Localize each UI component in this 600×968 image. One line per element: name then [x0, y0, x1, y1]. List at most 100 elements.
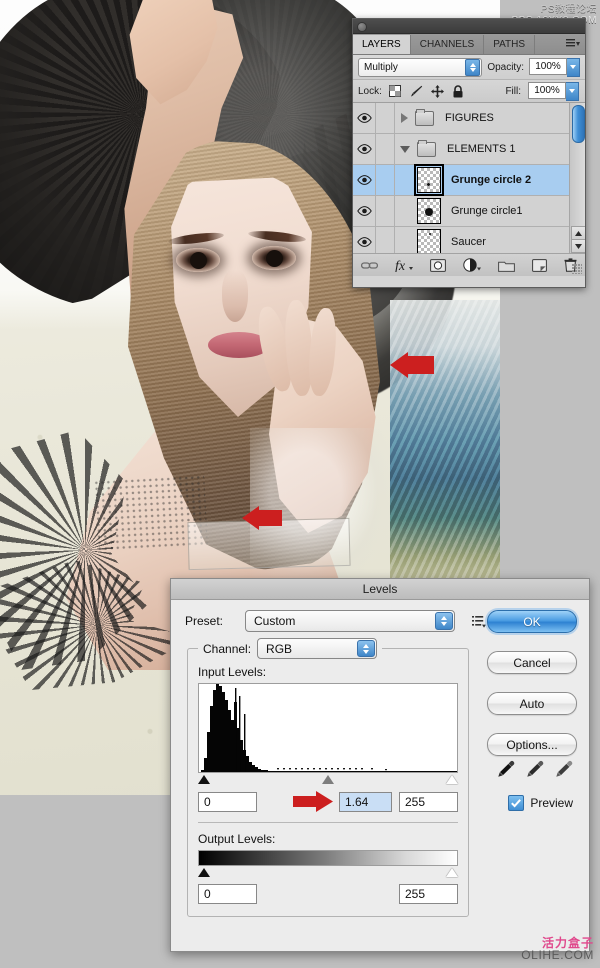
layer-row-figures[interactable]: FIGURES	[353, 103, 585, 134]
ok-button[interactable]: OK	[487, 610, 577, 633]
preset-select[interactable]: Custom	[245, 610, 455, 632]
output-black-field[interactable]: 0	[198, 884, 257, 904]
preset-options-icon[interactable]	[472, 615, 487, 628]
link-cell-grunge-circle-1[interactable]	[376, 196, 395, 226]
group-expand-arrow-figures[interactable]	[401, 113, 408, 123]
new-adjustment-layer-icon[interactable]	[463, 258, 481, 272]
tab-layers[interactable]: LAYERS	[353, 35, 411, 54]
output-black-point-handle[interactable]	[198, 868, 210, 877]
add-layer-mask-icon[interactable]	[430, 258, 446, 272]
levels-dialog[interactable]: Levels Preset: Custom Channel: RGB Input…	[170, 578, 590, 952]
input-levels-fields[interactable]: 0 1.64 255	[198, 791, 458, 812]
input-levels-slider[interactable]	[198, 774, 458, 786]
group-collapse-arrow-elements-1[interactable]	[400, 145, 410, 153]
layer-list[interactable]: FIGURES ELEMENTS 1 Grunge circle 2 Grung…	[353, 103, 585, 253]
folder-icon-figures	[415, 108, 434, 126]
eyedropper-group[interactable]	[497, 760, 573, 778]
checkmark-icon	[511, 798, 522, 807]
lock-position-move-icon[interactable]	[430, 84, 444, 98]
scroll-up-button[interactable]	[571, 226, 585, 240]
tab-paths[interactable]: PATHS	[484, 35, 536, 54]
tab-channels[interactable]: CHANNELS	[411, 35, 485, 54]
eye-icon	[356, 237, 372, 247]
fill-dropdown-icon[interactable]	[566, 81, 579, 101]
input-levels-label: Input Levels:	[198, 665, 267, 679]
channel-row[interactable]: Channel: RGB	[198, 638, 383, 659]
link-cell-elements-1[interactable]	[376, 134, 395, 164]
preview-checkbox[interactable]	[508, 795, 525, 811]
link-cell-grunge-circle-2[interactable]	[376, 165, 395, 195]
layer-name-grunge-circle-1[interactable]: Grunge circle1	[451, 205, 523, 217]
layer-thumbnail-saucer[interactable]	[417, 229, 441, 253]
cancel-button[interactable]: Cancel	[487, 651, 577, 674]
set-black-point-eyedropper-icon[interactable]	[497, 760, 515, 778]
layer-thumbnail-grunge-circle-2[interactable]	[414, 164, 444, 196]
channel-stepper-icon[interactable]	[357, 640, 376, 657]
layers-panel-footer[interactable]: fx	[353, 253, 585, 276]
input-gamma-handle[interactable]	[322, 775, 334, 784]
input-black-point-handle[interactable]	[198, 775, 210, 784]
layer-name-saucer[interactable]: Saucer	[451, 236, 486, 248]
blend-mode-row[interactable]: Multiply Opacity: 100%	[353, 55, 585, 80]
panel-menu-icon[interactable]	[566, 38, 580, 49]
output-levels-fields[interactable]: 0 255	[198, 884, 458, 904]
fill-field[interactable]: 100%	[528, 81, 579, 101]
layer-name-figures[interactable]: FIGURES	[445, 112, 494, 124]
layer-row-grunge-circle-1[interactable]: Grunge circle1	[353, 196, 585, 227]
layer-style-fx-icon[interactable]: fx	[395, 258, 413, 272]
layer-list-scrollbar[interactable]	[569, 103, 585, 253]
red-arrow-canvas-middle	[242, 506, 282, 530]
visibility-toggle-saucer[interactable]	[353, 227, 376, 253]
opacity-dropdown-icon[interactable]	[567, 57, 580, 77]
input-black-field[interactable]: 0	[198, 791, 257, 812]
options-button[interactable]: Options...	[487, 733, 577, 756]
link-cell-figures[interactable]	[376, 103, 395, 133]
blend-mode-select[interactable]: Multiply	[358, 57, 483, 77]
input-gamma-field[interactable]: 1.64	[339, 791, 392, 812]
new-layer-icon[interactable]	[532, 258, 547, 272]
layers-panel[interactable]: LAYERS CHANNELS PATHS Multiply Opacity: …	[352, 18, 586, 288]
link-cell-saucer[interactable]	[376, 227, 395, 253]
layer-row-elements-1[interactable]: ELEMENTS 1	[353, 134, 585, 165]
set-white-point-eyedropper-icon[interactable]	[555, 760, 573, 778]
preset-stepper-icon[interactable]	[435, 612, 453, 630]
lock-label: Lock:	[358, 85, 382, 97]
scrollbar-thumb[interactable]	[572, 105, 585, 143]
blend-mode-stepper-icon[interactable]	[465, 58, 481, 76]
layer-thumbnail-grunge-circle-1[interactable]	[417, 198, 441, 224]
opacity-value[interactable]: 100%	[529, 57, 567, 75]
lock-row[interactable]: Lock: Fill: 100%	[353, 80, 585, 103]
new-group-icon[interactable]	[498, 259, 515, 272]
lock-all-padlock-icon[interactable]	[452, 84, 464, 98]
visibility-toggle-grunge-circle-2[interactable]	[353, 165, 376, 195]
auto-button[interactable]: Auto	[487, 692, 577, 715]
panel-tab-row[interactable]: LAYERS CHANNELS PATHS	[353, 34, 585, 55]
output-white-point-handle[interactable]	[446, 868, 458, 877]
layer-row-grunge-circle-2[interactable]: Grunge circle 2	[353, 164, 585, 196]
set-gray-point-eyedropper-icon[interactable]	[526, 760, 544, 778]
output-levels-slider[interactable]	[198, 867, 458, 879]
scroll-down-button[interactable]	[571, 239, 585, 253]
panel-resize-grip[interactable]	[572, 264, 582, 274]
output-white-field[interactable]: 255	[399, 884, 458, 904]
panel-collapse-icon[interactable]	[357, 22, 367, 32]
dialog-buttons[interactable]: OK Cancel Auto Options...	[487, 610, 577, 756]
opacity-field[interactable]: 100%	[529, 57, 580, 77]
lock-image-brush-icon[interactable]	[409, 85, 423, 98]
visibility-toggle-elements-1[interactable]	[353, 134, 376, 164]
visibility-toggle-figures[interactable]	[353, 103, 376, 133]
visibility-toggle-grunge-circle-1[interactable]	[353, 196, 376, 226]
input-white-field[interactable]: 255	[399, 791, 458, 812]
panel-titlebar[interactable]	[353, 19, 585, 34]
lock-transparency-icon[interactable]	[388, 85, 401, 97]
layer-name-elements-1[interactable]: ELEMENTS 1	[447, 143, 515, 155]
folder-icon-elements-1	[417, 139, 436, 157]
fill-value[interactable]: 100%	[528, 81, 566, 99]
input-white-point-handle[interactable]	[446, 775, 458, 784]
link-layers-icon[interactable]	[361, 260, 378, 271]
channel-select[interactable]: RGB	[257, 638, 378, 659]
preview-row[interactable]: Preview	[508, 795, 573, 811]
layer-name-grunge-circle-2[interactable]: Grunge circle 2	[451, 174, 531, 186]
blend-mode-value: Multiply	[364, 61, 398, 73]
layer-row-saucer[interactable]: Saucer	[353, 227, 585, 253]
